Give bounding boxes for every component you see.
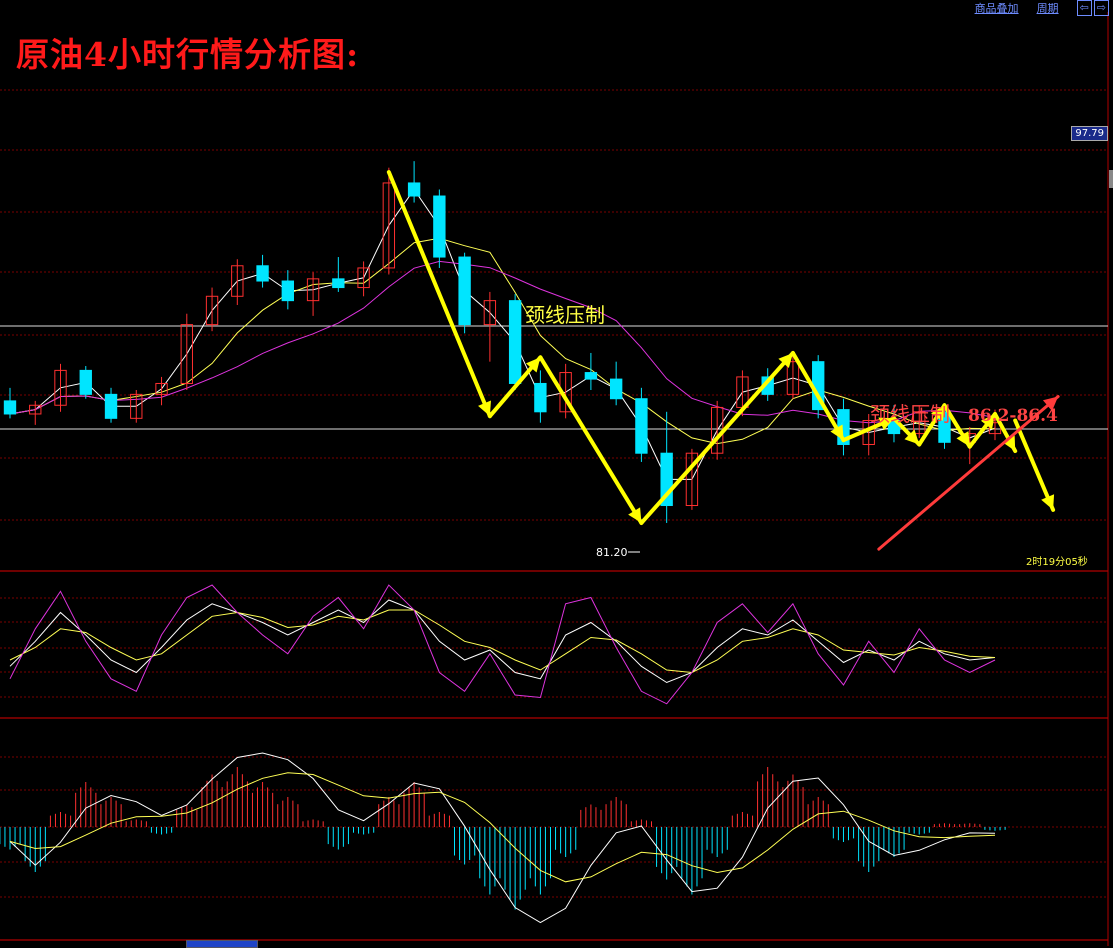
- bottom-tab[interactable]: [186, 940, 258, 948]
- top-toolbar: 商品叠加 周期 ⇦ ⇨: [975, 0, 1109, 16]
- trend-arrow-4: [639, 350, 795, 525]
- countdown-label: 2时19分05秒: [1026, 555, 1088, 568]
- candle-body: [635, 398, 648, 454]
- nav-next-button[interactable]: ⇨: [1093, 0, 1109, 16]
- candle-body: [609, 378, 623, 400]
- candle-body: [407, 182, 421, 197]
- grid: [0, 12, 1109, 946]
- macd-panel: [0, 752, 1006, 924]
- candle-body: [79, 369, 92, 395]
- neckline-range-label: 86.2-86.4: [968, 406, 1058, 426]
- candle-body: [584, 372, 598, 380]
- chart-title: 原油4小时行情分析图:: [16, 35, 360, 74]
- kline-chart: 颈线压制 颈线压制 86.2-86.4 81.20 2时19分05秒: [0, 12, 1109, 946]
- candle-body: [281, 280, 295, 302]
- candle-body: [458, 256, 471, 326]
- period-link[interactable]: 周期: [1037, 0, 1059, 16]
- neckline-label-2: 颈线压制: [870, 402, 950, 426]
- kdj-panel: [9, 584, 996, 705]
- nav-prev-button[interactable]: ⇦: [1076, 0, 1092, 16]
- kdj-line-j: [9, 584, 996, 705]
- low-price-label: 81.20: [596, 546, 628, 559]
- candlesticks: [3, 161, 1002, 523]
- scroll-handle[interactable]: [1109, 170, 1113, 188]
- projection-arrow: [1013, 418, 1056, 512]
- kdj-line-d: [9, 609, 996, 674]
- candle-body: [508, 300, 522, 384]
- candle-body: [534, 382, 547, 413]
- kdj-line-k: [9, 599, 996, 684]
- candle-body: [104, 393, 118, 419]
- nav-buttons: ⇦ ⇨: [1076, 0, 1109, 16]
- neckline-label-1: 颈线压制: [525, 303, 605, 327]
- candle-body: [332, 278, 345, 289]
- trend-arrows: [386, 170, 1060, 551]
- overlay-link[interactable]: 商品叠加: [975, 0, 1019, 16]
- price-tag: 97.79: [1071, 126, 1108, 141]
- candle-body: [3, 400, 17, 415]
- candle-body: [256, 265, 269, 282]
- candle-body: [433, 195, 446, 258]
